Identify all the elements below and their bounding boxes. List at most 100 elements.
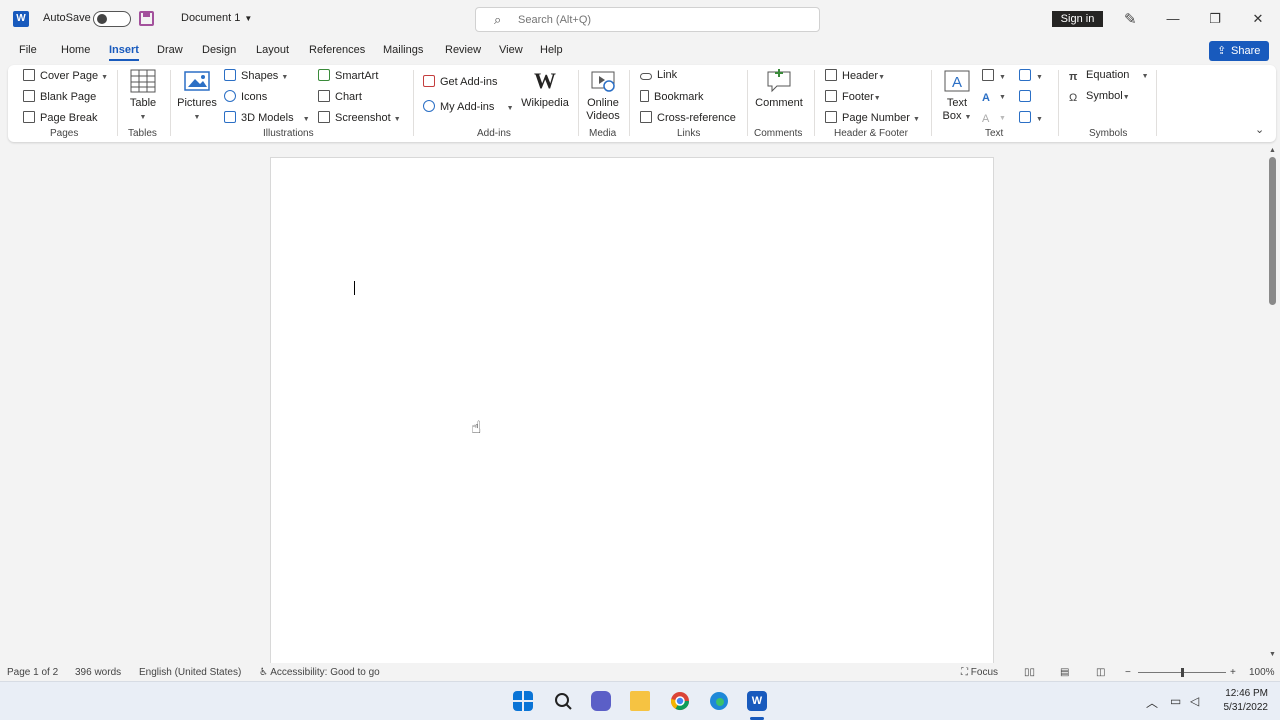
search-box[interactable]: ⌕: [475, 7, 820, 32]
table-button[interactable]: Table ▼: [126, 69, 160, 124]
tab-design[interactable]: Design: [202, 44, 236, 56]
accessibility-status[interactable]: ♿ Accessibility: Good to go: [259, 667, 380, 678]
my-addins-button[interactable]: My Add-ins ▼: [423, 100, 514, 113]
network-icon[interactable]: ▭: [1170, 694, 1181, 708]
wordart-button[interactable]: A ▼: [982, 90, 1006, 104]
close-icon[interactable]: ✕: [1243, 8, 1273, 30]
screenshot-button[interactable]: Screenshot ▼: [318, 111, 401, 124]
comment-button[interactable]: Comment: [752, 69, 806, 110]
tab-help[interactable]: Help: [540, 44, 563, 56]
wikipedia-button[interactable]: W Wikipedia: [520, 69, 570, 110]
chevron-down-icon: ▼: [393, 116, 401, 123]
chevron-down-icon: ▼: [878, 74, 886, 81]
focus-button[interactable]: ⛶ Focus: [961, 667, 998, 678]
store-icon: [423, 75, 435, 87]
edge-icon[interactable]: [709, 691, 729, 711]
word-icon[interactable]: W: [747, 691, 767, 711]
zoom-slider-thumb[interactable]: [1180, 668, 1184, 677]
tab-mailings[interactable]: Mailings: [383, 44, 423, 56]
zoom-in-icon[interactable]: +: [1230, 667, 1236, 678]
get-addins-button[interactable]: Get Add-ins: [423, 75, 497, 88]
scrollbar-thumb[interactable]: [1269, 157, 1276, 305]
tab-file[interactable]: File: [19, 44, 37, 56]
header-icon: [825, 69, 837, 81]
tab-draw[interactable]: Draw: [157, 44, 183, 56]
3d-models-label: 3D Models: [241, 112, 294, 124]
link-button[interactable]: Link: [640, 69, 677, 81]
wordart-icon: A: [982, 92, 990, 104]
tab-references[interactable]: References: [309, 44, 365, 56]
chevron-down-icon: ▼: [999, 94, 1006, 101]
clock-date: 5/31/2022: [1223, 702, 1269, 713]
system-clock[interactable]: 12:46 PM 5/31/2022: [1210, 687, 1269, 715]
document-page[interactable]: [270, 157, 994, 677]
restore-icon[interactable]: ❐: [1200, 8, 1230, 30]
cover-page-button[interactable]: Cover Page ▼: [23, 69, 108, 82]
share-button[interactable]: ⇪ Share: [1209, 41, 1269, 61]
text-box-button[interactable]: A Text Box ▼: [938, 69, 976, 124]
pen-icon[interactable]: ✎: [1124, 10, 1137, 28]
chevron-down-icon: ▼: [999, 74, 1006, 81]
autosave-toggle[interactable]: [93, 11, 131, 27]
zoom-out-icon[interactable]: −: [1125, 667, 1131, 678]
vertical-scrollbar[interactable]: ▲ ▼: [1266, 145, 1280, 663]
search-input[interactable]: [518, 11, 798, 28]
equation-button[interactable]: π Equation ▼: [1069, 69, 1149, 83]
date-time-button[interactable]: [1019, 90, 1036, 103]
drop-cap-button[interactable]: A ▼: [982, 111, 1006, 125]
object-button[interactable]: ▼: [1019, 111, 1043, 124]
group-divider: [747, 70, 748, 136]
tab-home[interactable]: Home: [61, 44, 90, 56]
page-break-button[interactable]: Page Break: [23, 111, 97, 124]
share-label: Share: [1231, 45, 1261, 57]
search-icon[interactable]: [553, 691, 573, 711]
hand-pointer-icon: ☝: [471, 418, 482, 437]
teams-icon[interactable]: [591, 691, 611, 711]
chevron-down-icon: ▼: [1036, 116, 1043, 123]
pictures-button[interactable]: Pictures ▼: [176, 69, 218, 124]
zoom-level[interactable]: 100%: [1249, 667, 1275, 678]
ribbon-collapse-icon[interactable]: ⌄: [1255, 123, 1264, 136]
file-explorer-icon[interactable]: [630, 691, 650, 711]
volume-icon[interactable]: ◁: [1190, 694, 1199, 708]
smartart-button[interactable]: SmartArt: [318, 69, 378, 82]
chart-button[interactable]: Chart: [318, 90, 362, 103]
bookmark-button[interactable]: Bookmark: [640, 90, 704, 103]
document-title[interactable]: Document 1 ▼: [181, 12, 252, 24]
chevron-down-icon: ▼: [302, 116, 310, 123]
page-number-button[interactable]: Page Number ▼: [825, 111, 920, 124]
3d-models-button[interactable]: 3D Models ▼: [224, 111, 310, 124]
print-layout-icon[interactable]: ▤: [1060, 667, 1069, 678]
comment-label: Comment: [755, 97, 803, 109]
web-layout-icon[interactable]: ◫: [1096, 667, 1105, 678]
quick-parts-button[interactable]: ▼: [982, 69, 1006, 82]
start-icon[interactable]: [513, 691, 533, 711]
footer-icon: [825, 90, 837, 102]
tab-layout[interactable]: Layout: [256, 44, 289, 56]
online-videos-button[interactable]: Online Videos: [584, 69, 622, 123]
signature-line-button[interactable]: ▼: [1019, 69, 1043, 82]
page-count[interactable]: Page 1 of 2: [7, 667, 58, 678]
sign-in-button[interactable]: Sign in: [1052, 11, 1103, 27]
chrome-icon[interactable]: [670, 691, 690, 711]
shapes-button[interactable]: Shapes ▼: [224, 69, 288, 82]
chevron-up-icon[interactable]: ︿: [1146, 694, 1158, 711]
scroll-up-icon[interactable]: ▲: [1269, 147, 1276, 154]
footer-button[interactable]: Footer▼: [825, 90, 881, 103]
scroll-down-icon[interactable]: ▼: [1269, 651, 1276, 658]
word-count[interactable]: 396 words: [75, 667, 121, 678]
tab-view[interactable]: View: [499, 44, 523, 56]
group-divider: [170, 70, 171, 136]
tab-insert[interactable]: Insert: [109, 44, 139, 61]
language[interactable]: English (United States): [139, 667, 241, 678]
blank-page-button[interactable]: Blank Page: [23, 90, 96, 103]
chevron-down-icon: ▼: [506, 105, 514, 112]
read-mode-icon[interactable]: ▯▯: [1024, 667, 1035, 678]
icons-button[interactable]: Icons: [224, 90, 267, 103]
save-icon[interactable]: [139, 11, 154, 26]
cross-reference-button[interactable]: Cross-reference: [640, 111, 736, 124]
header-button[interactable]: Header▼: [825, 69, 885, 82]
minimize-icon[interactable]: —: [1158, 8, 1188, 30]
symbol-button[interactable]: Ω Symbol▼: [1069, 90, 1130, 104]
tab-review[interactable]: Review: [445, 44, 481, 56]
